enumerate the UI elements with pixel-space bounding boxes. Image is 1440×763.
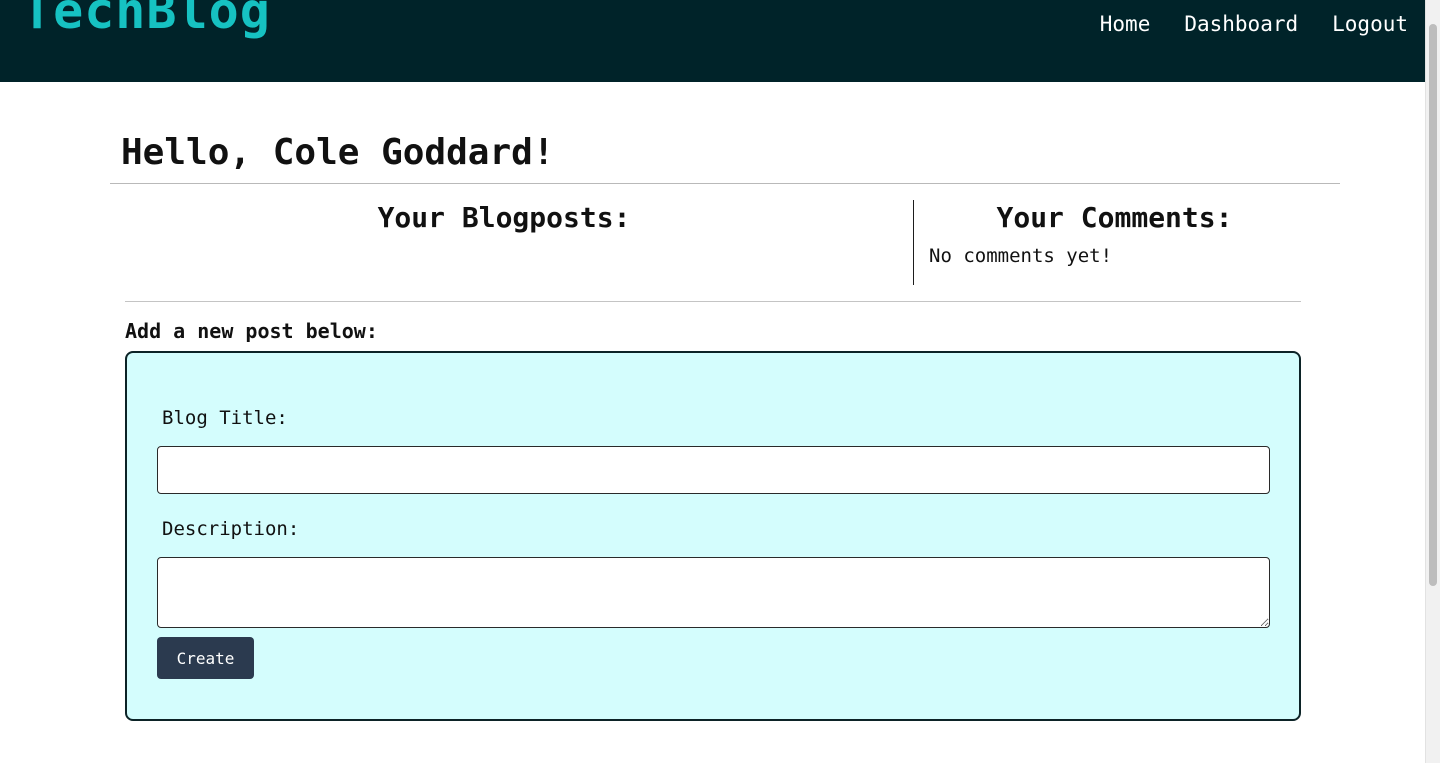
create-post-button[interactable]: Create — [157, 637, 254, 679]
blogposts-section: Your Blogposts: — [125, 200, 913, 285]
scrollbar-thumb[interactable] — [1429, 24, 1437, 586]
site-logo[interactable]: TechBlog — [22, 0, 271, 36]
no-comments-text: No comments yet! — [929, 245, 1113, 267]
nav-dashboard-link[interactable]: Dashboard — [1184, 10, 1298, 38]
description-label: Description: — [162, 518, 300, 540]
blogposts-heading: Your Blogposts: — [377, 201, 631, 234]
comments-section: Your Comments: No comments yet! — [913, 200, 1315, 285]
greeting-heading: Hello, Cole Goddard! — [121, 132, 555, 173]
nav-home-link[interactable]: Home — [1100, 10, 1151, 38]
description-textarea[interactable] — [157, 557, 1270, 628]
site-header: TechBlog Home Dashboard Logout — [0, 0, 1425, 82]
comments-heading: Your Comments: — [996, 201, 1233, 234]
new-post-form: Blog Title: Description: Create — [125, 351, 1301, 721]
section-divider — [125, 301, 1301, 302]
main-nav: Home Dashboard Logout — [1100, 10, 1408, 38]
blog-title-label: Blog Title: — [162, 407, 288, 429]
greeting-divider — [110, 183, 1340, 184]
new-post-prompt: Add a new post below: — [125, 319, 378, 343]
page-scrollbar[interactable] — [1425, 0, 1440, 763]
blog-title-input[interactable] — [157, 446, 1270, 494]
nav-logout-link[interactable]: Logout — [1332, 10, 1408, 38]
page: TechBlog Home Dashboard Logout Hello, Co… — [0, 0, 1425, 763]
